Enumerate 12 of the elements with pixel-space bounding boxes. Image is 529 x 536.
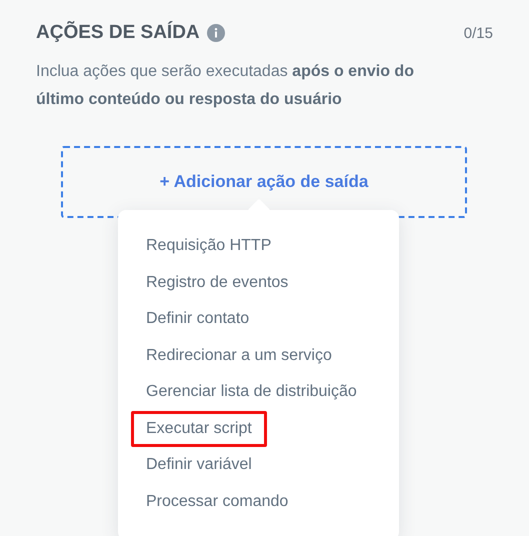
action-counter: 0/15 (464, 24, 493, 42)
menu-item[interactable]: Definir contato (131, 301, 264, 338)
section-title: AÇÕES DE SAÍDA (36, 22, 200, 44)
section-description: Inclua ações que serão executadas após o envio do último conteúdo ou resposta do usuário (36, 62, 415, 110)
menu-item[interactable]: Processar comando (131, 484, 304, 520)
menu-item[interactable]: Requisição HTTP (131, 228, 286, 264)
menu-item[interactable]: Definir variável (131, 447, 267, 484)
menu-item[interactable]: Registro de eventos (131, 264, 304, 301)
info-icon[interactable] (206, 24, 225, 42)
menu-item[interactable]: Redirecionar a um serviço (131, 338, 347, 374)
menu-item[interactable]: Gerenciar lista de distribuição (131, 374, 372, 410)
menu-item[interactable]: Executar script (131, 410, 267, 447)
